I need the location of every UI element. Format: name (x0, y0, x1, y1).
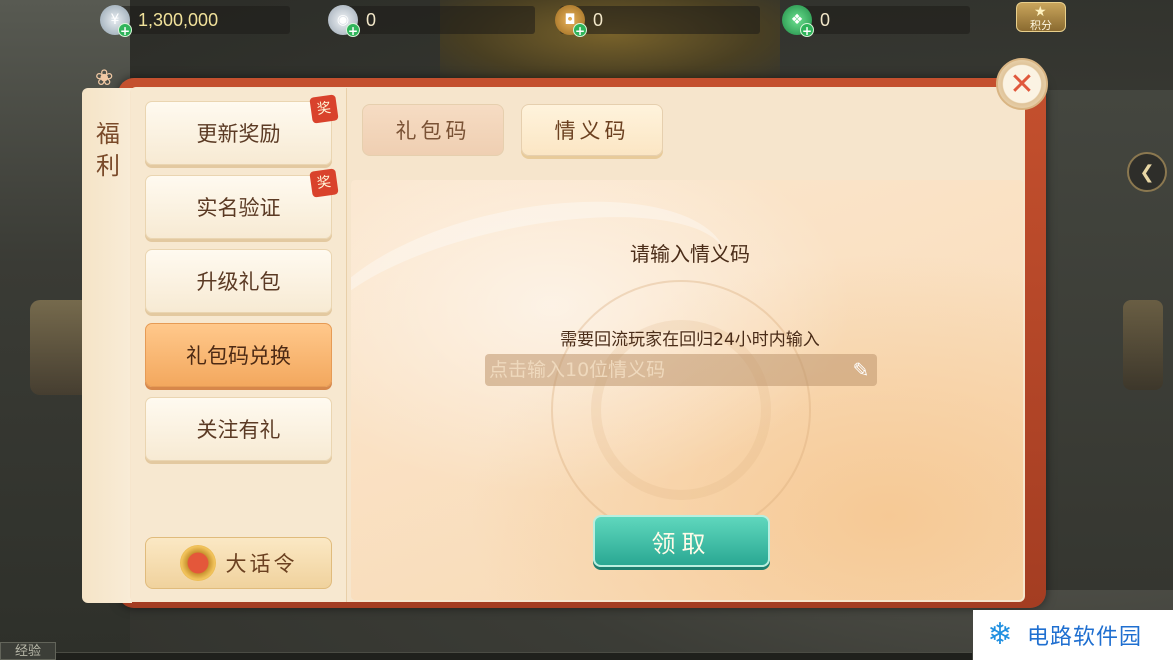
pen-icon: ✎ (852, 358, 870, 382)
exp-bar (56, 652, 972, 660)
site-watermark: ❄ 电路软件园 (973, 610, 1173, 660)
menu-item-label: 实名验证 (196, 196, 281, 220)
reward-badge: 奖 (309, 94, 339, 124)
friendship-code-input[interactable] (485, 354, 877, 386)
tab-label: 情义码 (554, 119, 630, 143)
add-icon[interactable]: + (118, 23, 132, 38)
points-button[interactable]: ★ 积分 (1016, 2, 1066, 32)
copper-value: 0 (593, 9, 604, 30)
menu-item-label: 升级礼包 (196, 270, 281, 294)
jade-value: 0 (820, 9, 831, 30)
welfare-title: 福利 (96, 120, 120, 180)
resource-gold[interactable]: ¥ + 1,300,000 (100, 4, 219, 38)
menu-item-gift-code[interactable]: 礼包码兑换 (145, 323, 332, 387)
resource-bar: ¥ + 1,300,000 ◉ + 0 ◘ + 0 ❖ + 0 ★ 积分 (0, 0, 1173, 40)
points-label: 积分 (1030, 19, 1052, 32)
gold-value: 1,300,000 (138, 9, 219, 30)
jade-icon: ❖ + (782, 5, 814, 38)
silver-ingot-icon: ◉ + (328, 5, 360, 38)
menu-item-label: 关注有礼 (196, 418, 281, 442)
menu-item-real-name[interactable]: 实名验证 奖 (145, 168, 339, 239)
silver-value: 0 (366, 9, 377, 30)
menu-item-update-reward[interactable]: 更新奖励 奖 (145, 94, 339, 165)
ingot-coin-icon: ¥ + (100, 5, 132, 38)
resource-copper[interactable]: ◘ + 0 (555, 4, 604, 38)
tab-friendship-code[interactable]: 情义码 (521, 104, 663, 156)
token-medal-icon (179, 545, 216, 581)
menu-item-label: 更新奖励 (196, 122, 281, 146)
star-icon: ★ (1034, 4, 1047, 20)
menu-item-level-gift[interactable]: 升级礼包 (145, 249, 332, 313)
dahua-label: 大话令 (225, 552, 298, 576)
code-prompt-title: 请输入情义码 (630, 242, 750, 266)
claim-label: 领取 (651, 529, 712, 558)
code-prompt-subtitle: 需要回流玩家在回归24小时内输入 (560, 330, 820, 350)
resource-jade[interactable]: ❖ + 0 (782, 4, 831, 38)
dahua-token-button[interactable]: 大话令 (145, 537, 332, 589)
tab-label: 礼包码 (395, 119, 471, 143)
close-button[interactable]: ✕ (996, 58, 1048, 110)
claim-button[interactable]: 领取 (593, 515, 770, 567)
add-icon[interactable]: + (573, 23, 587, 38)
menu-item-label: 礼包码兑换 (186, 344, 291, 368)
snowflake-logo-icon: ❄ (987, 617, 1013, 652)
resource-silver[interactable]: ◉ + 0 (328, 4, 377, 38)
add-icon[interactable]: + (800, 23, 814, 38)
watermark-text: 电路软件园 (1027, 625, 1143, 650)
close-icon: ✕ (1009, 66, 1035, 102)
menu-item-follow-gift[interactable]: 关注有礼 (145, 397, 332, 461)
exp-label: 经验 (0, 642, 56, 660)
reward-badge: 奖 (309, 168, 339, 198)
tab-gift-code[interactable]: 礼包码 (362, 104, 504, 156)
chevron-left-icon: ❮ (1139, 161, 1155, 183)
collapse-arrow-button[interactable]: ❮ (1127, 152, 1167, 192)
copper-coin-icon: ◘ + (555, 5, 587, 38)
add-icon[interactable]: + (346, 23, 360, 38)
background-drum-right (1123, 300, 1163, 390)
